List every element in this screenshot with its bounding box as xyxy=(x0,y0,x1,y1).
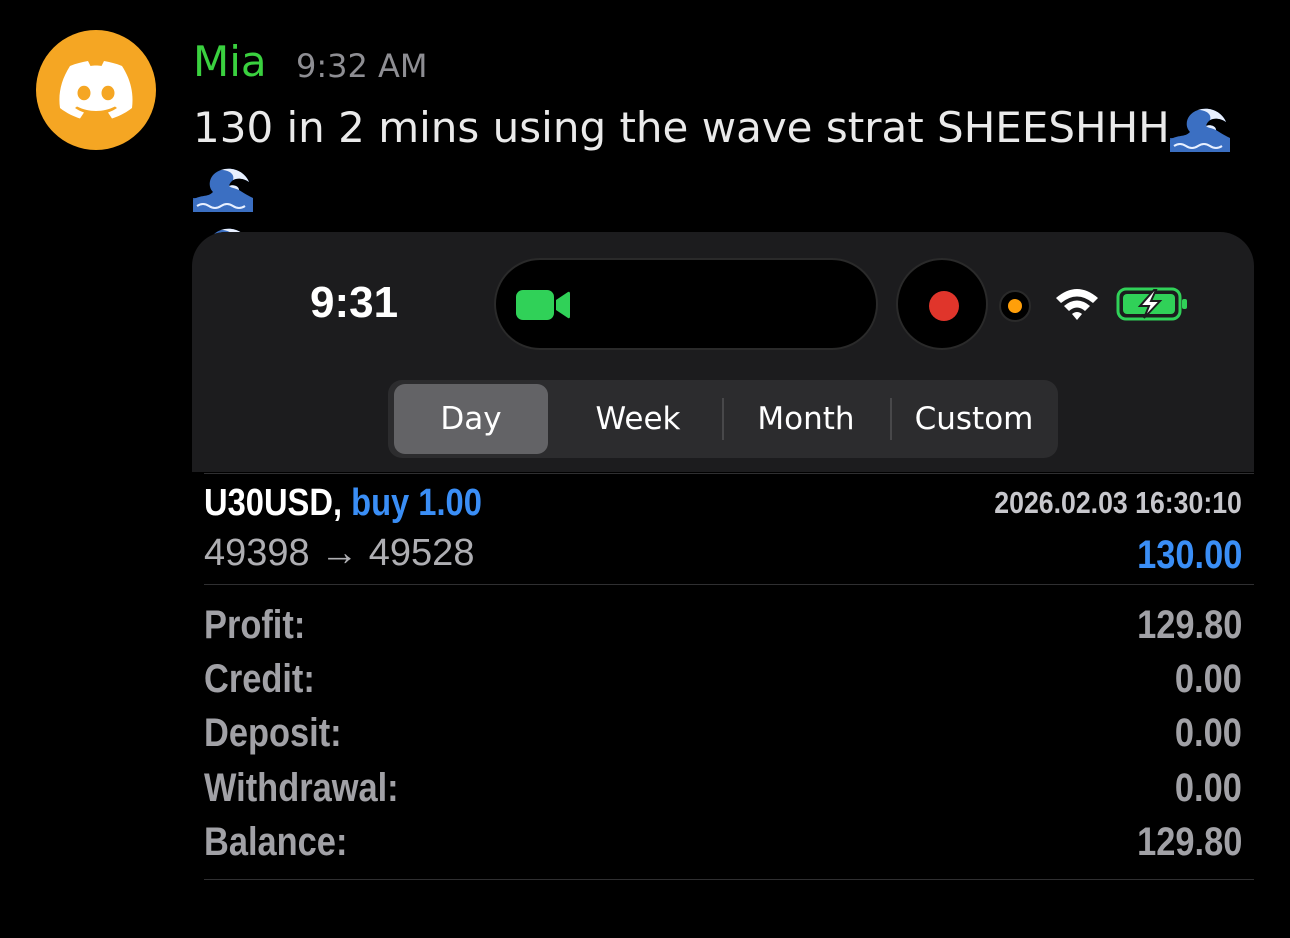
trade-title[interactable]: U30USD, buy 1.00 xyxy=(204,480,482,526)
divider xyxy=(204,473,1254,474)
message-timestamp: 9:32 AM xyxy=(296,47,428,85)
summary-label-balance: Balance: xyxy=(204,820,348,864)
status-time: 9:31 xyxy=(310,278,399,327)
summary-label-credit: Credit: xyxy=(204,657,315,701)
summary-label-withdrawal: Withdrawal: xyxy=(204,766,399,810)
wifi-icon xyxy=(1056,289,1098,320)
attached-screenshot[interactable]: 9:31 Day Week Month Custom U30USD, buy 1… xyxy=(192,232,1254,892)
tab-divider xyxy=(722,398,724,440)
divider xyxy=(204,879,1254,880)
period-segmented-control: Day Week Month Custom xyxy=(388,380,1058,458)
record-dot xyxy=(929,291,959,321)
username[interactable]: Mia xyxy=(193,36,267,88)
tab-week[interactable]: Week xyxy=(558,384,718,454)
dynamic-island xyxy=(494,258,878,350)
summary-value-deposit: 0.00 xyxy=(1175,711,1242,755)
summary-value-credit: 0.00 xyxy=(1175,657,1242,701)
tab-month[interactable]: Month xyxy=(726,384,886,454)
summary-value-withdrawal: 0.00 xyxy=(1175,766,1242,810)
summary-label-profit: Profit: xyxy=(204,603,306,647)
status-header: 9:31 Day Week Month Custom xyxy=(192,232,1254,472)
water-wave-emoji xyxy=(193,160,253,212)
avatar[interactable] xyxy=(36,30,156,150)
battery-charging-icon xyxy=(1116,287,1187,321)
summary-value-profit: 129.80 xyxy=(1136,603,1242,647)
discord-logo-icon xyxy=(59,61,133,119)
trade-datetime: 2026.02.03 16:30:10 xyxy=(994,485,1242,520)
summary-label-deposit: Deposit: xyxy=(204,711,342,755)
tab-custom[interactable]: Custom xyxy=(894,384,1054,454)
screen-record-icon xyxy=(896,258,988,350)
message-text: 130 in 2 mins using the wave strat SHEES… xyxy=(193,103,1170,152)
summary-value-balance: 129.80 xyxy=(1136,820,1242,864)
water-wave-emoji xyxy=(1169,100,1230,152)
trade-profit: 130.00 xyxy=(1136,533,1242,577)
trade-side: buy 1.00 xyxy=(351,482,482,524)
tab-divider xyxy=(890,398,892,440)
facetime-camera-icon xyxy=(516,290,570,320)
mic-indicator-icon xyxy=(999,290,1031,322)
divider xyxy=(204,584,1254,585)
trade-symbol: U30USD, xyxy=(204,482,343,524)
tab-day[interactable]: Day xyxy=(394,384,548,454)
mic-dot xyxy=(1008,299,1022,313)
trade-prices: 49398 → 49528 xyxy=(204,532,475,574)
